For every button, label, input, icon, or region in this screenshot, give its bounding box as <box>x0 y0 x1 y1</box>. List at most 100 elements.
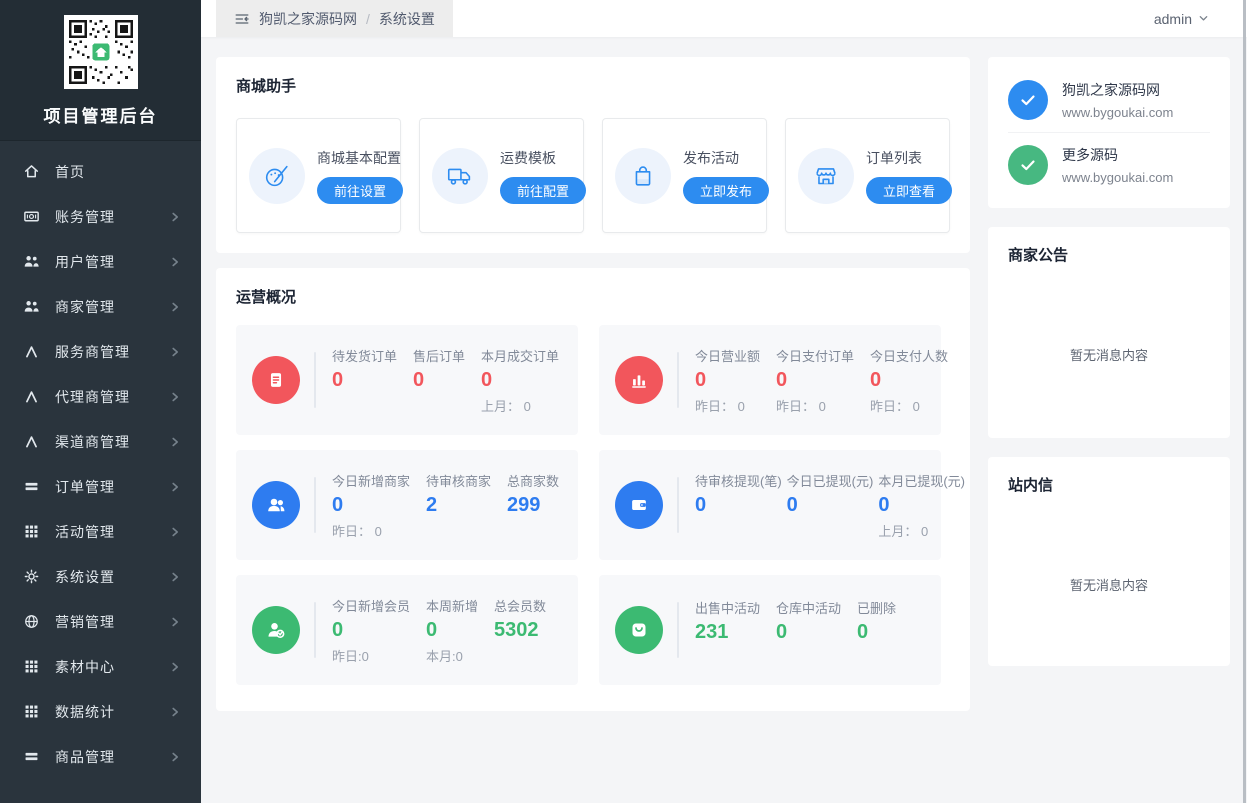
bar-chart-icon <box>615 356 663 404</box>
sidebar-item-settings[interactable]: 系统设置 <box>0 554 201 599</box>
sidebar-item-merchants[interactable]: 商家管理 <box>0 284 201 329</box>
stat-value: 0 <box>695 368 707 391</box>
stat-label: 今日已提现(元) <box>786 473 874 489</box>
stat-value: 0 <box>857 620 869 643</box>
chevron-right-icon <box>169 751 181 763</box>
stat-sub <box>426 521 491 536</box>
sidebar-item-label: 活动管理 <box>55 523 115 540</box>
view-now-button[interactable]: 立即查看 <box>866 176 953 204</box>
helper-card-basic-config: 商城基本配置 前往设置 <box>236 118 404 233</box>
chevron-right-icon <box>169 436 181 448</box>
stat-label: 出售中活动 <box>695 600 761 616</box>
sidebar-item-label: 订单管理 <box>55 478 115 495</box>
helper-card-title: 商城基本配置 <box>317 149 401 166</box>
sidebar-item-goods[interactable]: 商品管理 <box>0 734 201 779</box>
stat-sub <box>787 521 874 536</box>
merchants-icon <box>22 298 40 316</box>
sidebar-item-label: 数据统计 <box>55 703 115 720</box>
stat-label: 今日营业额 <box>695 348 761 364</box>
empty-state-text: 暂无消息内容 <box>1069 348 1148 363</box>
topbar: 狗凯之家源码网 / 系统设置 admin <box>201 0 1247 37</box>
sidebar: 项目管理后台 首页 账务管理 用户管理 商家管理 服务商管理 代理商管理 渠道商… <box>0 0 201 803</box>
go-settings-button[interactable]: 前往设置 <box>317 176 404 204</box>
document-icon <box>252 356 300 404</box>
chevron-right-icon <box>169 391 181 403</box>
channel-icon <box>22 433 40 451</box>
stat-block-orders: 待发货订单 0 售后订单 0 本月成交订单 0 上月： 0 <box>236 325 578 435</box>
sidebar-item-label: 代理商管理 <box>55 388 130 405</box>
site-link-more[interactable]: 更多源码 www.bygoukai.com <box>1008 132 1210 197</box>
sidebar-item-orders[interactable]: 订单管理 <box>0 464 201 509</box>
wallet-icon <box>615 481 663 529</box>
storefront-icon <box>798 147 854 204</box>
app-title: 项目管理后台 <box>43 107 158 126</box>
stat-block-members: 今日新增会员 0 昨日:0 本周新增 0 本月:0 总会员数 5302 <box>236 575 578 685</box>
sidebar-item-assets[interactable]: 素材中心 <box>0 644 201 689</box>
sidebar-item-label: 商品管理 <box>55 748 115 765</box>
stat-label: 总会员数 <box>494 598 547 614</box>
main-content: 商城助手 商城基本配置 前往设置 运费模板 前往配置 发布活动 立即发布 订单列… <box>201 37 1247 803</box>
helper-card-title: 运费模板 <box>500 149 556 166</box>
site-link-main[interactable]: 狗凯之家源码网 www.bygoukai.com <box>1008 68 1210 132</box>
sidebar-item-channel[interactable]: 渠道商管理 <box>0 419 201 464</box>
stat-sub: 上月： 0 <box>878 523 929 539</box>
chevron-right-icon <box>169 256 181 268</box>
sidebar-item-stats[interactable]: 数据统计 <box>0 689 201 734</box>
site-links-card: 狗凯之家源码网 www.bygoukai.com 更多源码 www.bygouk… <box>988 57 1230 208</box>
empty-state-text: 暂无消息内容 <box>1069 578 1148 593</box>
stat-sub: 昨日： 0 <box>332 523 382 539</box>
divider <box>314 477 316 533</box>
helper-card-title: 发布活动 <box>683 149 739 166</box>
gear-icon <box>22 568 40 586</box>
site-link-url: www.bygoukai.com <box>1062 105 1174 120</box>
chevron-down-icon <box>1198 13 1209 24</box>
sidebar-item-agent[interactable]: 代理商管理 <box>0 374 201 419</box>
stats-grid-icon <box>22 703 40 721</box>
stat-block-revenue: 今日营业额 0 昨日： 0 今日支付订单 0 昨日： 0 今日支付人数 0 昨日： 0 <box>599 325 948 435</box>
sidebar-item-activity[interactable]: 活动管理 <box>0 509 201 554</box>
divider <box>677 602 679 658</box>
user-menu[interactable]: admin <box>1154 11 1209 27</box>
stat-label: 待发货订单 <box>332 348 398 364</box>
stat-label: 今日支付订单 <box>776 348 855 364</box>
section-title-helper: 商城助手 <box>236 78 297 95</box>
sidebar-menu: 首页 账务管理 用户管理 商家管理 服务商管理 代理商管理 渠道商管理 订单管理… <box>0 141 201 779</box>
stat-sub <box>332 396 397 411</box>
helper-card-freight-template: 运费模板 前往配置 <box>419 118 587 233</box>
sidebar-item-home[interactable]: 首页 <box>0 149 201 194</box>
site-link-title: 狗凯之家源码网 <box>1062 82 1160 98</box>
sidebar-item-label: 用户管理 <box>55 253 115 270</box>
stat-sub: 本月:0 <box>426 648 463 664</box>
sidebar-item-provider[interactable]: 服务商管理 <box>0 329 201 374</box>
stat-value: 2 <box>426 493 438 516</box>
stat-label: 总商家数 <box>507 473 560 489</box>
sidebar-logo-area: 项目管理后台 <box>0 0 201 141</box>
stat-value: 0 <box>332 618 344 641</box>
scrollbar[interactable] <box>1243 0 1246 803</box>
stat-value: 0 <box>413 368 425 391</box>
publish-now-button[interactable]: 立即发布 <box>683 176 770 204</box>
stat-label: 今日新增商家 <box>332 473 411 489</box>
check-circle-green-icon <box>1008 145 1048 185</box>
breadcrumb-item-site[interactable]: 狗凯之家源码网 <box>259 9 357 29</box>
stat-label: 本月已提现(元) <box>878 473 966 489</box>
chevron-right-icon <box>169 211 181 223</box>
stat-label: 本周新增 <box>426 598 479 614</box>
sidebar-item-label: 系统设置 <box>55 568 115 585</box>
breadcrumb: 狗凯之家源码网 / 系统设置 <box>216 0 453 37</box>
merchant-notice-panel: 商家公告 暂无消息内容 <box>988 227 1230 438</box>
stat-value: 0 <box>870 368 882 391</box>
go-config-button[interactable]: 前往配置 <box>500 176 587 204</box>
stat-value: 0 <box>776 620 788 643</box>
home-icon <box>22 163 40 181</box>
breadcrumb-menu-icon[interactable] <box>234 11 250 27</box>
sidebar-item-finance[interactable]: 账务管理 <box>0 194 201 239</box>
sidebar-item-users[interactable]: 用户管理 <box>0 239 201 284</box>
sidebar-item-marketing[interactable]: 营销管理 <box>0 599 201 644</box>
member-icon <box>252 606 300 654</box>
stat-label: 待审核提现(笔) <box>695 473 782 489</box>
divider <box>677 352 679 408</box>
stat-value: 0 <box>332 368 344 391</box>
finance-icon <box>22 208 40 226</box>
stat-sub <box>776 648 841 663</box>
